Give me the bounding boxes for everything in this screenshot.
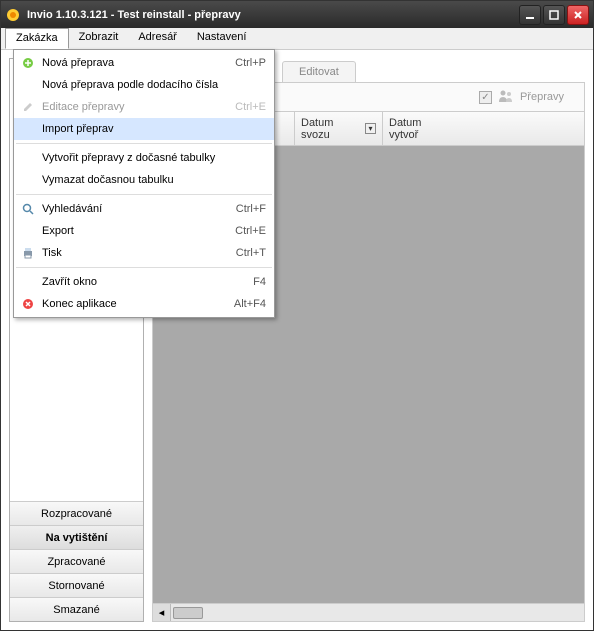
scroll-left-arrow[interactable]: ◂ (153, 604, 171, 621)
filter-buttons: Rozpracované Na vytištění Zpracované Sto… (10, 501, 143, 621)
print-icon (18, 246, 38, 260)
col-datum-svozu[interactable]: Datum svozu▾ (295, 112, 383, 145)
window-title: Invio 1.10.3.121 - Test reinstall - přep… (27, 9, 519, 21)
menu-export[interactable]: Export Ctrl+E (14, 220, 274, 242)
menu-nova-preprava[interactable]: Nová přeprava Ctrl+P (14, 52, 274, 74)
menu-vyhledavani[interactable]: Vyhledávání Ctrl+F (14, 198, 274, 220)
tab-editovat[interactable]: Editovat (282, 61, 356, 82)
filter-zpracovane[interactable]: Zpracované (10, 549, 143, 573)
plus-icon (18, 56, 38, 70)
filter-smazane[interactable]: Smazané (10, 597, 143, 621)
search-icon (18, 202, 38, 216)
chevron-down-icon[interactable]: ▾ (365, 123, 376, 134)
menu-separator (16, 194, 272, 195)
menu-zakazka[interactable]: Zakázka (5, 28, 69, 49)
menu-separator (16, 267, 272, 268)
menu-import-preprav[interactable]: Import přeprav (14, 118, 274, 140)
menu-adresar[interactable]: Adresář (128, 28, 187, 49)
close-button[interactable] (567, 5, 589, 25)
menu-konec-aplikace[interactable]: Konec aplikace Alt+F4 (14, 293, 274, 315)
menu-tisk[interactable]: Tisk Ctrl+T (14, 242, 274, 264)
prepravy-label: Přepravy (520, 91, 564, 103)
zakazka-dropdown: Nová přeprava Ctrl+P Nová přeprava podle… (13, 49, 275, 318)
filter-stornovane[interactable]: Stornované (10, 573, 143, 597)
scrollbar-thumb[interactable] (173, 607, 203, 619)
menu-zobrazit[interactable]: Zobrazit (69, 28, 129, 49)
edit-icon (18, 100, 38, 114)
menu-separator (16, 143, 272, 144)
filter-rozpracovane[interactable]: Rozpracované (10, 501, 143, 525)
titlebar: Invio 1.10.3.121 - Test reinstall - přep… (1, 1, 593, 28)
col-datum-vytvor[interactable]: Datum vytvoř (383, 112, 584, 145)
maximize-button[interactable] (543, 5, 565, 25)
menu-editace-prepravy: Editace přepravy Ctrl+E (14, 96, 274, 118)
filter-na-vytisteni[interactable]: Na vytištění (10, 525, 143, 549)
menu-vytvorit-docasne[interactable]: Vytvořit přepravy z dočasné tabulky (14, 147, 274, 169)
minimize-button[interactable] (519, 5, 541, 25)
menu-zavrit-okno[interactable]: Zavřít okno F4 (14, 271, 274, 293)
menu-nastaveni[interactable]: Nastavení (187, 28, 257, 49)
horizontal-scrollbar[interactable]: ◂ (152, 604, 585, 622)
menu-nova-preprava-dodaci[interactable]: Nová přeprava podle dodacího čísla (14, 74, 274, 96)
close-icon (18, 297, 38, 311)
menubar: Zakázka Zobrazit Adresář Nastavení (1, 28, 593, 50)
menu-vymazat-docasnou[interactable]: Vymazat dočasnou tabulku (14, 169, 274, 191)
prepravy-checkbox[interactable]: ✓ (479, 91, 492, 104)
app-icon (5, 7, 21, 23)
people-icon (498, 89, 514, 106)
app-window: Invio 1.10.3.121 - Test reinstall - přep… (0, 0, 594, 631)
